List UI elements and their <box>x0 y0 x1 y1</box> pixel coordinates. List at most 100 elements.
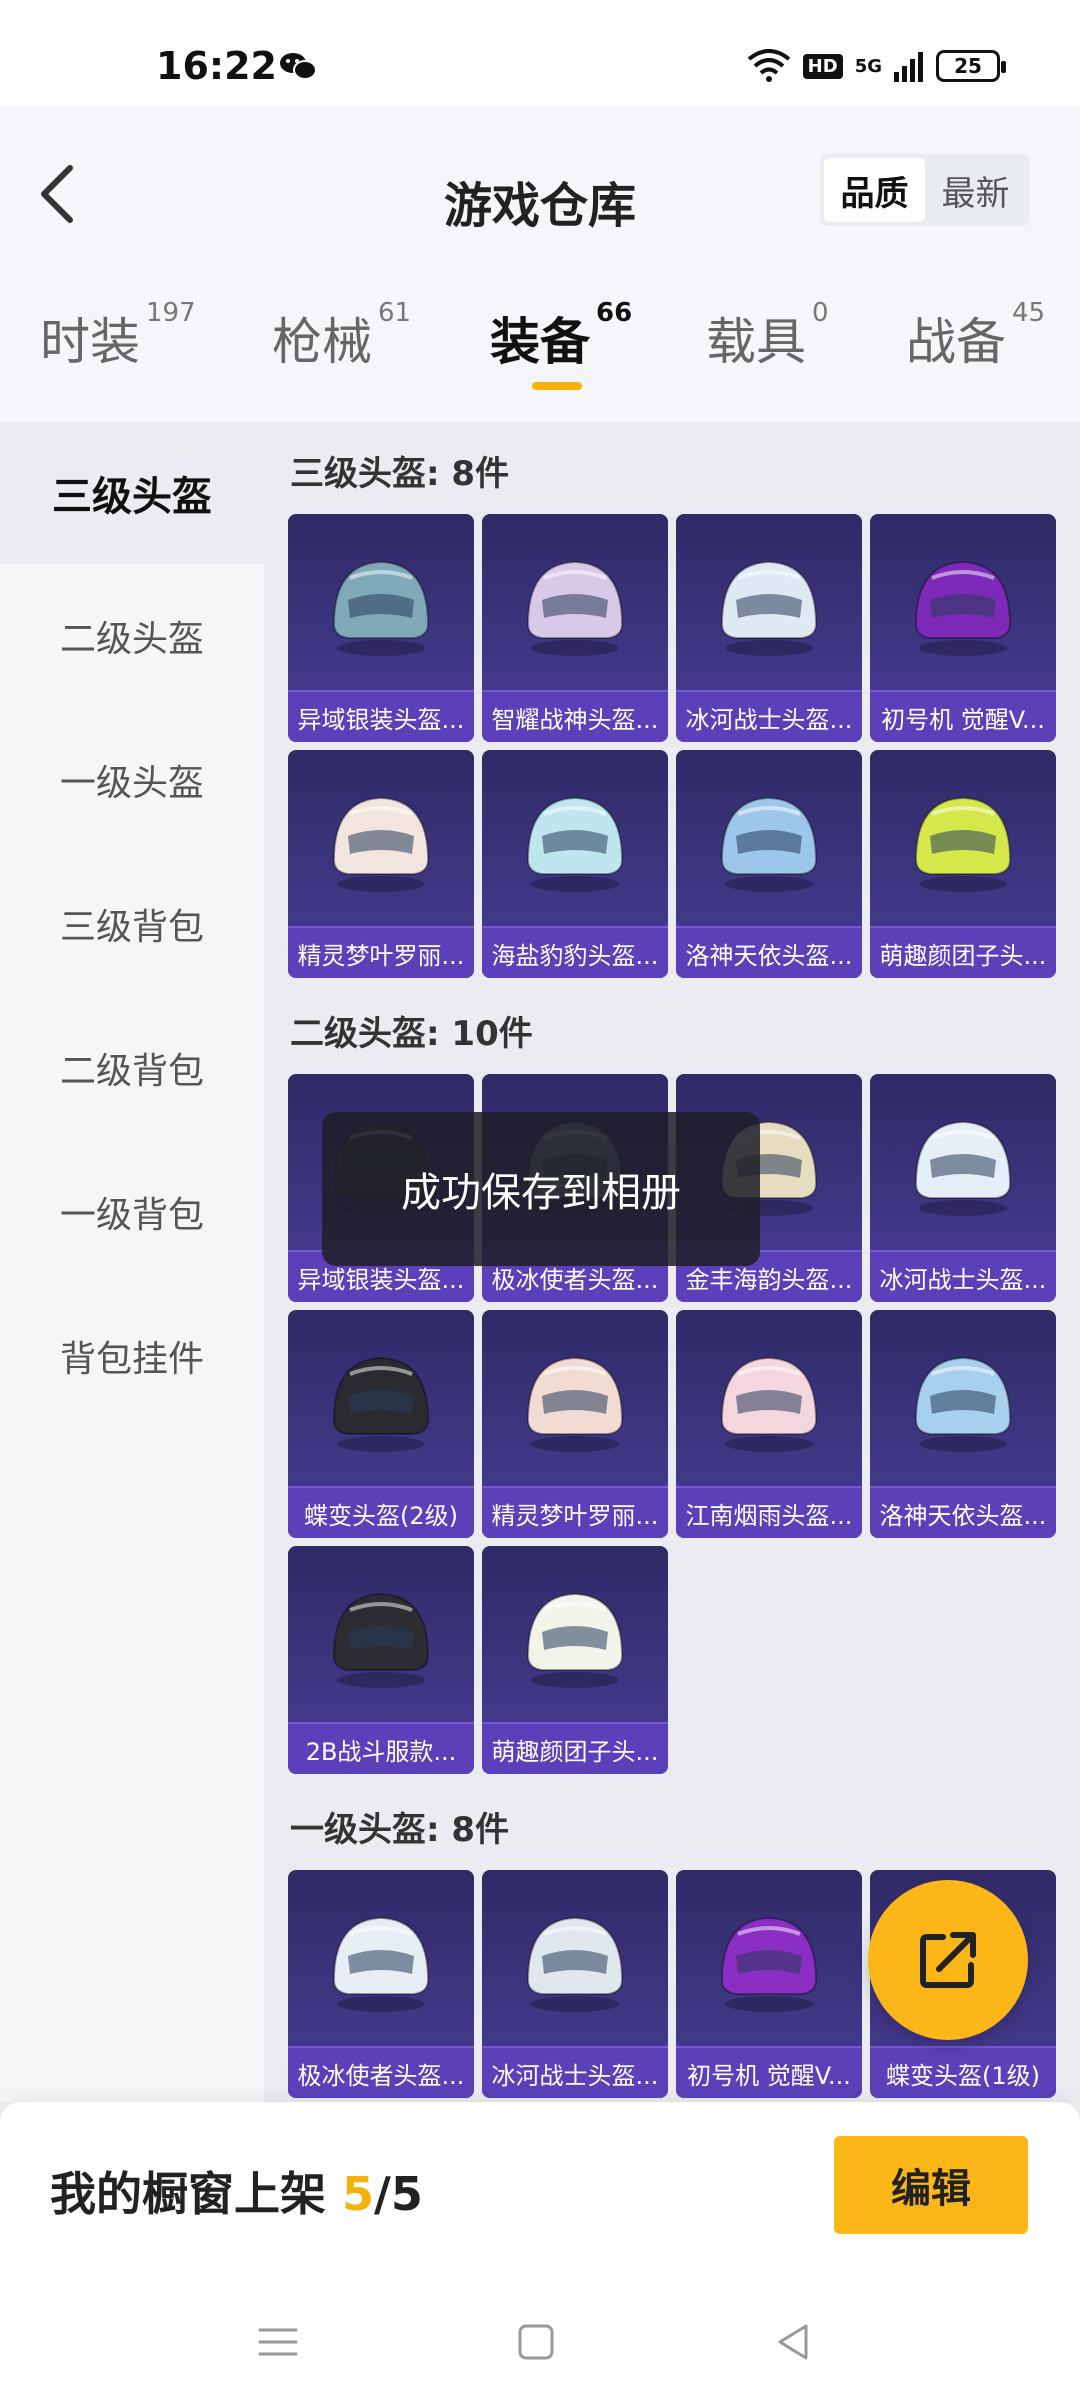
item-name: 萌趣颜团子头... <box>870 926 1056 978</box>
item-card[interactable]: 萌趣颜团子头... <box>482 1546 668 1774</box>
sidebar-item-level3-backpack[interactable]: 三级背包 <box>0 852 264 996</box>
tab-count: 0 <box>812 298 829 328</box>
system-nav-bar <box>0 2280 1080 2400</box>
item-card[interactable]: 海盐豹豹头盔... <box>482 750 668 978</box>
active-tab-indicator <box>532 382 582 390</box>
helmet-icon <box>332 1356 430 1452</box>
item-card[interactable]: 洛神天依头盔... <box>676 750 862 978</box>
tab-supplies[interactable]: 战备 45 <box>906 298 1045 374</box>
tab-vehicles[interactable]: 载具 0 <box>706 298 829 374</box>
header: 游戏仓库 品质 最新 时装 197 枪械 61 装备 66 载具 0 战备 45 <box>0 106 1080 422</box>
section-title: 一级头盔: 8件 <box>290 1810 510 1850</box>
battery-level: 25 <box>954 54 982 78</box>
item-card[interactable]: 江南烟雨头盔... <box>676 1310 862 1538</box>
tab-fashion[interactable]: 时装 197 <box>40 298 196 374</box>
sidebar-item-backpack-charm[interactable]: 背包挂件 <box>0 1284 264 1428</box>
item-card[interactable]: 初号机 觉醒V... <box>870 514 1056 742</box>
tab-label: 装备 <box>490 313 590 371</box>
tab-count: 66 <box>596 298 633 328</box>
sort-newest[interactable]: 最新 <box>925 158 1026 222</box>
item-card[interactable]: 萌趣颜团子头... <box>870 750 1056 978</box>
item-card[interactable]: 精灵梦叶罗丽... <box>482 1310 668 1538</box>
helmet-icon <box>720 1916 818 2012</box>
home-icon[interactable] <box>514 2320 558 2364</box>
tab-count: 197 <box>146 298 196 328</box>
wifi-icon <box>747 49 790 82</box>
item-card[interactable]: 智耀战神头盔... <box>482 514 668 742</box>
tab-count: 61 <box>378 298 412 328</box>
item-card[interactable]: 冰河战士头盔... <box>676 514 862 742</box>
item-name: 冰河战士头盔... <box>676 690 862 742</box>
sidebar-item-level2-backpack[interactable]: 二级背包 <box>0 996 264 1140</box>
section-title: 三级头盔: 8件 <box>290 454 510 494</box>
status-icons: HD 5G 25 <box>747 46 1006 86</box>
network-5g: 5G <box>855 56 882 77</box>
item-name: 洛神天依头盔... <box>870 1486 1056 1538</box>
item-name: 精灵梦叶罗丽... <box>482 1486 668 1538</box>
status-bar: 16:22 HD 5G 25 <box>0 0 1080 106</box>
item-card[interactable]: 洛神天依头盔... <box>870 1310 1056 1538</box>
hd-badge: HD <box>802 53 843 79</box>
item-name: 洛神天依头盔... <box>676 926 862 978</box>
helmet-icon <box>526 796 624 892</box>
toast-message: 成功保存到相册 <box>322 1112 760 1266</box>
item-name: 冰河战士头盔... <box>482 2046 668 2098</box>
item-card[interactable]: 极冰使者头盔... <box>288 1870 474 2098</box>
tab-label: 时装 <box>40 313 140 371</box>
helmet-icon <box>914 1120 1012 1216</box>
tab-count: 45 <box>1012 298 1046 328</box>
section-title: 二级头盔: 10件 <box>290 1014 533 1054</box>
item-name: 海盐豹豹头盔... <box>482 926 668 978</box>
item-name: 萌趣颜团子头... <box>482 1722 668 1774</box>
helmet-icon <box>914 560 1012 656</box>
showcase-bar: 我的橱窗上架 5/5 编辑 <box>0 2102 1080 2280</box>
helmet-icon <box>914 796 1012 892</box>
helmet-icon <box>332 1916 430 2012</box>
item-card[interactable]: 冰河战士头盔... <box>482 1870 668 2098</box>
item-name: 蝶变头盔(1级) <box>870 2046 1056 2098</box>
item-name: 极冰使者头盔... <box>288 2046 474 2098</box>
item-name: 初号机 觉醒V... <box>676 2046 862 2098</box>
item-name: 冰河战士头盔... <box>870 1250 1056 1302</box>
helmet-icon <box>526 1592 624 1688</box>
helmet-icon <box>332 796 430 892</box>
menu-icon[interactable] <box>256 2320 300 2364</box>
share-icon <box>920 1932 976 1988</box>
signal-icon <box>894 52 923 82</box>
item-name: 初号机 觉醒V... <box>870 690 1056 742</box>
item-name: 异域银装头盔... <box>288 690 474 742</box>
helmet-icon <box>720 560 818 656</box>
item-name: 智耀战神头盔... <box>482 690 668 742</box>
helmet-icon <box>720 1356 818 1452</box>
showcase-current: 5 <box>342 2167 375 2221</box>
item-card[interactable]: 异域银装头盔... <box>288 514 474 742</box>
helmet-icon <box>526 1356 624 1452</box>
tab-equipment[interactable]: 装备 66 <box>490 298 632 374</box>
helmet-icon <box>720 796 818 892</box>
item-card[interactable]: 冰河战士头盔... <box>870 1074 1056 1302</box>
item-card[interactable]: 蝶变头盔(2级) <box>288 1310 474 1538</box>
item-card[interactable]: 2B战斗服款... <box>288 1546 474 1774</box>
back-icon[interactable] <box>772 2320 816 2364</box>
sidebar-item-level2-helmet[interactable]: 二级头盔 <box>0 564 264 708</box>
sidebar-item-level1-helmet[interactable]: 一级头盔 <box>0 708 264 852</box>
tab-firearms[interactable]: 枪械 61 <box>272 298 411 374</box>
showcase-label: 我的橱窗上架 <box>50 2167 343 2221</box>
sort-quality[interactable]: 品质 <box>824 158 925 222</box>
item-card[interactable]: 精灵梦叶罗丽... <box>288 750 474 978</box>
item-card[interactable]: 初号机 觉醒V... <box>676 1870 862 2098</box>
helmet-icon <box>332 1592 430 1688</box>
status-time: 16:22 <box>156 44 277 88</box>
sidebar-item-level3-helmet[interactable]: 三级头盔 <box>0 422 264 564</box>
tab-label: 载具 <box>706 313 806 371</box>
edit-button[interactable]: 编辑 <box>834 2136 1028 2234</box>
helmet-icon <box>526 560 624 656</box>
share-button[interactable] <box>868 1880 1028 2040</box>
item-name: 江南烟雨头盔... <box>676 1486 862 1538</box>
tab-label: 枪械 <box>272 313 372 371</box>
helmet-icon <box>332 560 430 656</box>
item-name: 精灵梦叶罗丽... <box>288 926 474 978</box>
network-label: 5G <box>854 55 882 77</box>
sidebar-item-level1-backpack[interactable]: 一级背包 <box>0 1140 264 1284</box>
sidebar: 三级头盔 二级头盔 一级头盔 三级背包 二级背包 一级背包 背包挂件 <box>0 422 264 2102</box>
